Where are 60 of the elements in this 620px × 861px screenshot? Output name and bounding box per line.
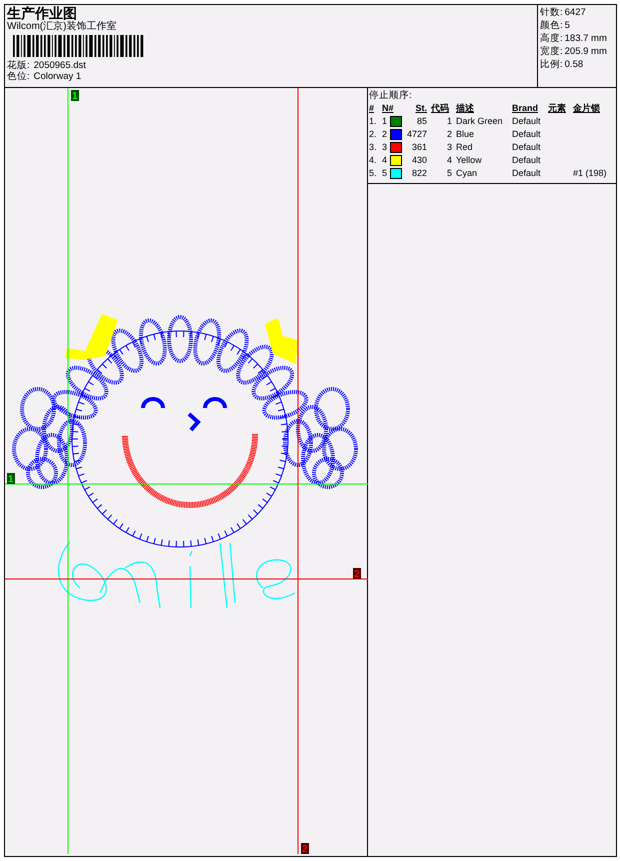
column-header: 元素 xyxy=(548,102,573,115)
table-cell-text: Cyan xyxy=(456,167,478,180)
stat-label: 比例: xyxy=(540,58,563,71)
design-file: 2050965.dst xyxy=(34,60,86,71)
table-cell-text: Dark Green xyxy=(456,115,504,128)
document-title: 生产作业图 xyxy=(7,5,78,21)
table-cell: 4 xyxy=(382,155,388,165)
table-cell: 822 xyxy=(397,167,431,180)
table-cell: 3. xyxy=(369,141,382,154)
table-cell: 1 xyxy=(382,116,388,126)
column-header: 描述 xyxy=(456,102,512,115)
colorway-value: Colorway 1 xyxy=(34,71,82,82)
column-header: # xyxy=(369,102,382,115)
column-header: St. xyxy=(397,102,431,115)
company-name: Wilcom(汇京)装饰工作室 xyxy=(7,21,118,33)
table-cell-text: 2 xyxy=(446,128,453,141)
stat-label: 针数: xyxy=(540,6,563,19)
table-cell: 4 xyxy=(431,154,456,167)
table-cell-text: Default xyxy=(512,154,542,167)
table-cell: 2 xyxy=(382,129,388,139)
table-cell-text: 3 xyxy=(446,141,453,154)
guide-label: 1 xyxy=(71,90,79,102)
stat-value: 5 xyxy=(564,19,570,32)
guide-label: 1 xyxy=(7,473,15,485)
column-header: 代码 xyxy=(431,102,456,115)
table-cell: 361 xyxy=(397,141,431,154)
table-cell-text: Default xyxy=(512,141,542,154)
stat-label: 宽度: xyxy=(540,45,563,58)
table-cell-text: Yellow xyxy=(456,154,483,167)
table-cell: 2. xyxy=(369,128,382,141)
column-header: N# xyxy=(382,102,395,115)
table-cell: 4. xyxy=(369,154,382,167)
table-cell-text: 1 xyxy=(446,115,453,128)
table-cell: #1 (198) xyxy=(573,168,607,178)
column-header: 金片锁 xyxy=(573,102,601,115)
colorway-label: 色位: xyxy=(7,71,30,82)
table-cell: 430 xyxy=(397,154,431,167)
guide-label: 2 xyxy=(353,568,361,580)
stat-value: 0.58 xyxy=(564,58,584,71)
stat-label: 高度: xyxy=(540,32,563,45)
stop-sequence-title: 停止顺序: xyxy=(369,89,413,102)
table-cell-text: Default xyxy=(512,128,542,141)
stat-value: 183.7 mm xyxy=(564,32,607,45)
table-cell: 85 xyxy=(397,115,431,128)
table-cell-text: Default xyxy=(512,167,542,180)
table-cell-text: 1. xyxy=(369,115,378,128)
column-header: Brand xyxy=(512,102,548,115)
table-cell-text: Default xyxy=(512,115,542,128)
guide-label: 2 xyxy=(301,843,309,854)
table-cell: 5 xyxy=(431,167,456,180)
design-label: 花版: xyxy=(7,60,30,71)
table-cell: 5. xyxy=(369,167,382,180)
stat-value: 205.9 mm xyxy=(564,45,607,58)
table-cell: 5 xyxy=(382,168,388,178)
table-cell: 3 xyxy=(382,142,388,152)
stat-label: 颜色: xyxy=(540,19,563,32)
table-cell-text: Blue xyxy=(456,128,476,141)
table-cell-text: Red xyxy=(456,141,474,154)
table-cell: 4727 xyxy=(397,128,431,141)
stat-value: 6427 xyxy=(564,6,586,19)
